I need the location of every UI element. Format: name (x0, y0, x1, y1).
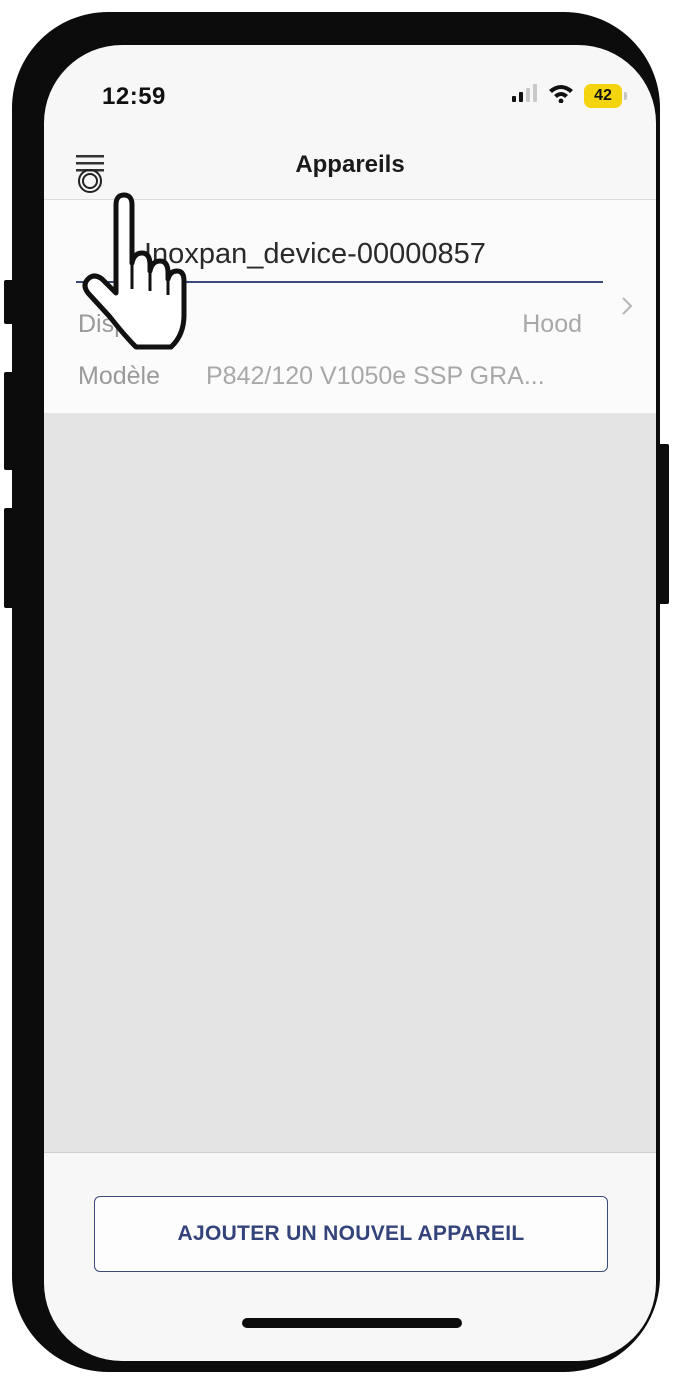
wifi-icon (548, 83, 574, 108)
battery-indicator: 42 (584, 83, 627, 108)
status-icons: 42 (512, 83, 627, 108)
status-time: 12:59 (102, 83, 166, 110)
home-indicator (242, 1318, 462, 1328)
device-list-empty-area (44, 413, 656, 1153)
page-title: Appareils (295, 151, 405, 178)
add-new-device-button[interactable]: AJOUTER UN NOUVEL APPAREIL (94, 1196, 608, 1272)
cellular-signal-icon (512, 84, 538, 107)
nav-bar: Appareils (44, 145, 656, 200)
canvas: 12:59 42 Appareils Inoxpan_device-000008… (0, 0, 673, 1384)
device-name: Inoxpan_device-00000857 (144, 238, 486, 270)
phone-screen: 12:59 42 Appareils Inoxpan_device-000008… (44, 45, 656, 1361)
device-name-underline (76, 281, 603, 283)
chevron-right-icon[interactable] (620, 294, 634, 318)
phone-frame: 12:59 42 Appareils Inoxpan_device-000008… (12, 12, 660, 1372)
device-type-label: Dispositif (78, 310, 180, 338)
device-list-item[interactable]: Inoxpan_device-00000857 Dispositif Hood … (44, 200, 656, 413)
device-type-value: Hood (522, 310, 582, 338)
device-model-value: P842/120 V1050e SSP GRA... (206, 362, 545, 390)
device-model-label: Modèle (78, 362, 160, 390)
